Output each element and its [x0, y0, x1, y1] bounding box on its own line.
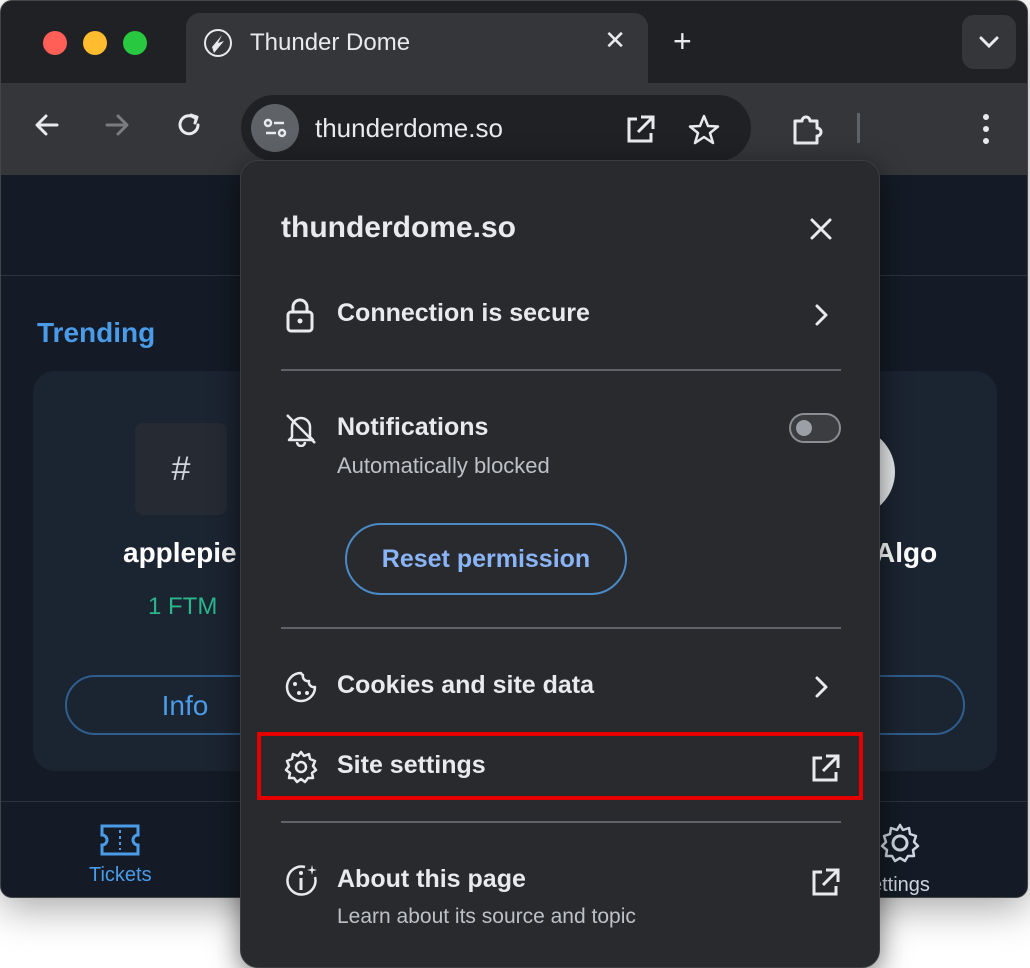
hash-icon: #	[135, 423, 227, 515]
site-info-popup: thunderdome.so Connection is secure Noti…	[240, 160, 880, 968]
about-sub: Learn about its source and topic	[337, 905, 636, 928]
chevron-down-icon	[979, 36, 999, 49]
reload-icon[interactable]	[173, 109, 205, 146]
coin-name-right: Algo	[875, 537, 938, 568]
nav-tickets[interactable]: Tickets	[89, 822, 152, 887]
back-arrow-icon[interactable]	[31, 109, 63, 146]
cookie-icon	[283, 669, 319, 710]
minimize-window-button[interactable]	[83, 31, 107, 55]
notifications-status: Automatically blocked	[337, 453, 550, 478]
notifications-row: Notifications Automatically blocked	[241, 397, 879, 497]
tab-title: Thunder Dome	[250, 29, 411, 56]
ticket-icon	[100, 824, 140, 856]
info-sparkle-icon	[283, 863, 319, 904]
star-icon[interactable]	[687, 113, 721, 152]
popup-title: thunderdome.so	[281, 211, 517, 244]
external-link-icon	[809, 867, 841, 904]
notifications-toggle[interactable]	[789, 413, 841, 443]
url-text: thunderdome.so	[315, 113, 503, 143]
connection-label: Connection is secure	[337, 299, 590, 327]
tab-bar: Thunder Dome ✕ +	[1, 1, 1027, 83]
bell-off-icon	[283, 411, 319, 452]
site-settings-highlight	[257, 732, 863, 800]
puzzle-icon[interactable]	[789, 111, 825, 152]
nav-tickets-label: Tickets	[89, 864, 152, 886]
chevron-right-icon	[809, 301, 833, 334]
forward-arrow-icon[interactable]	[101, 109, 133, 146]
address-bar[interactable]: thunderdome.so	[241, 95, 751, 161]
divider	[281, 627, 841, 629]
about-page-row[interactable]: About this page Learn about its source a…	[241, 849, 879, 939]
tab-search-button[interactable]	[962, 15, 1016, 69]
tab-thunder-dome[interactable]: Thunder Dome ✕	[186, 13, 648, 83]
thunder-dome-favicon-icon	[202, 27, 234, 64]
section-title: Trending	[37, 317, 156, 348]
coin-value: 1 FTM	[148, 593, 218, 620]
chevron-right-icon	[809, 673, 833, 706]
settings-nav-gear-icon[interactable]	[879, 822, 921, 869]
reset-permission-button[interactable]: Reset permission	[345, 523, 627, 595]
toggle-knob	[796, 420, 812, 436]
lock-icon	[283, 297, 317, 338]
new-tab-button[interactable]: +	[673, 23, 692, 60]
divider	[281, 821, 841, 823]
coin-name: applepie	[123, 537, 237, 568]
notifications-label: Notifications	[337, 413, 489, 441]
toolbar-divider	[857, 113, 860, 143]
tune-icon	[263, 118, 287, 138]
maximize-window-button[interactable]	[123, 31, 147, 55]
cookies-label: Cookies and site data	[337, 671, 595, 699]
divider	[281, 369, 841, 371]
cookies-row[interactable]: Cookies and site data	[241, 655, 879, 719]
connection-row[interactable]: Connection is secure	[241, 283, 879, 347]
tab-close-icon[interactable]: ✕	[604, 25, 626, 56]
open-in-new-icon[interactable]	[623, 113, 657, 152]
about-label: About this page	[337, 865, 526, 893]
close-window-button[interactable]	[43, 31, 67, 55]
kebab-menu-icon[interactable]	[981, 111, 991, 152]
close-icon[interactable]	[807, 215, 835, 248]
site-info-button[interactable]	[251, 104, 299, 152]
